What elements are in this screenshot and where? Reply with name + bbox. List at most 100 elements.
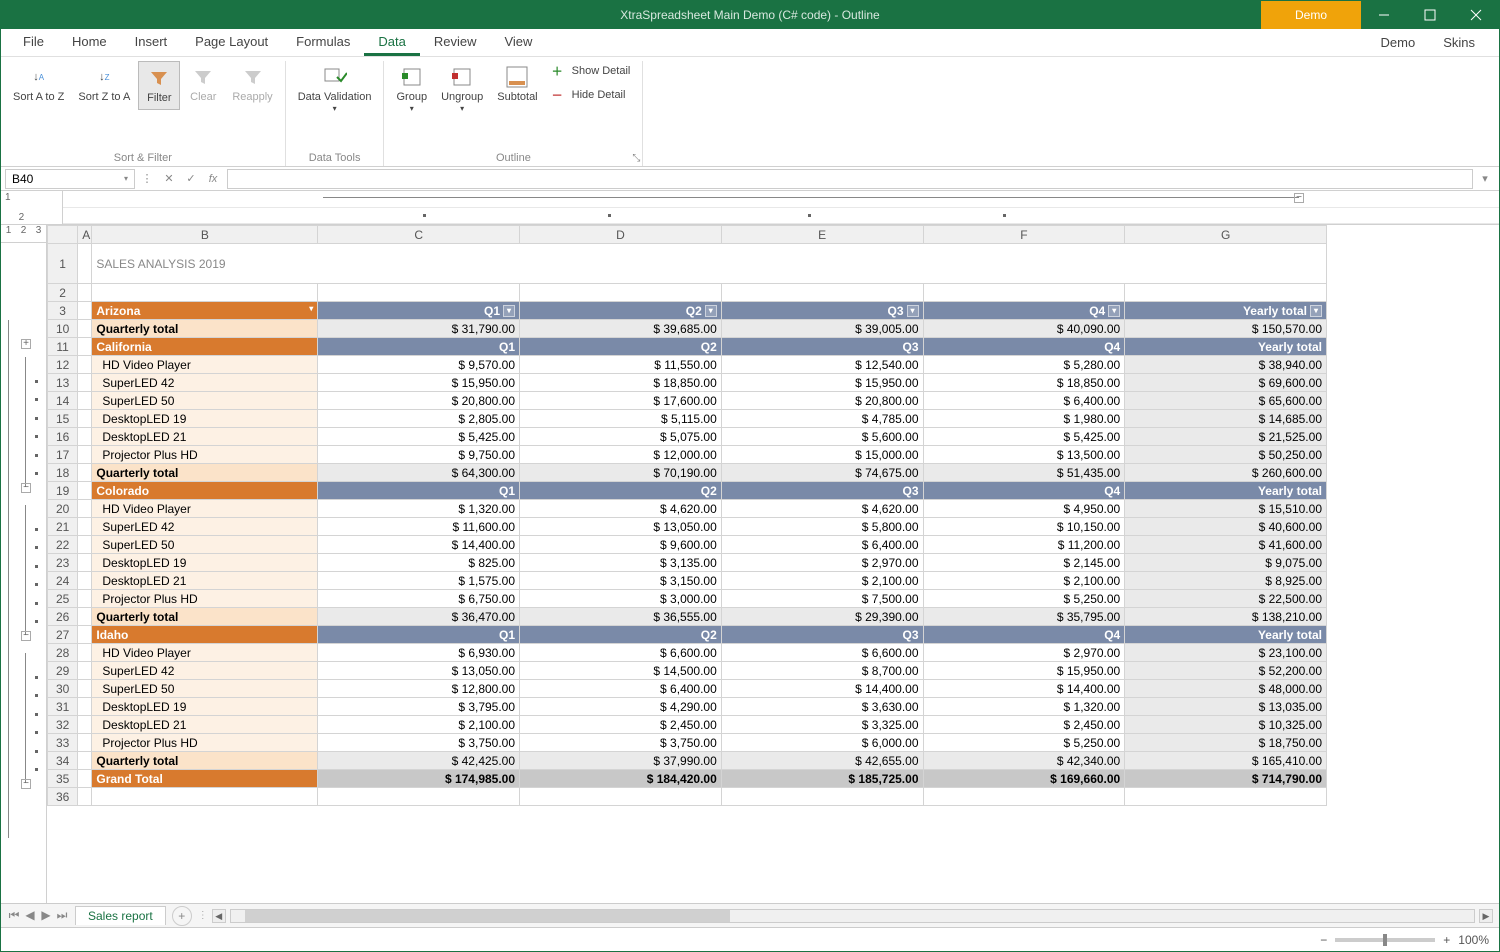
cell[interactable] <box>520 788 722 806</box>
accept-formula[interactable]: ✓ <box>181 169 201 189</box>
split-handle[interactable]: ⋮ <box>198 910 208 921</box>
header-cell[interactable]: Q4 <box>923 482 1125 500</box>
header-cell[interactable]: Q3 <box>721 626 923 644</box>
cell[interactable]: $ 4,785.00 <box>721 410 923 428</box>
cell[interactable] <box>78 410 92 428</box>
cell[interactable]: $ 260,600.00 <box>1125 464 1327 482</box>
cell[interactable] <box>78 716 92 734</box>
menu-formulas[interactable]: Formulas <box>282 30 364 56</box>
cell[interactable] <box>78 662 92 680</box>
header-cell[interactable]: Q2 <box>520 338 722 356</box>
cell[interactable]: $ 37,990.00 <box>520 752 722 770</box>
close-button[interactable] <box>1453 1 1499 29</box>
cell[interactable]: $ 138,210.00 <box>1125 608 1327 626</box>
cell[interactable]: Quarterly total <box>92 608 318 626</box>
row-header-36[interactable]: 36 <box>48 788 78 806</box>
cell[interactable]: $ 4,620.00 <box>520 500 722 518</box>
cell[interactable]: $ 8,700.00 <box>721 662 923 680</box>
header-cell[interactable]: Q3▾ <box>721 302 923 320</box>
cell[interactable]: $ 14,685.00 <box>1125 410 1327 428</box>
row-header-24[interactable]: 24 <box>48 572 78 590</box>
cell[interactable]: DesktopLED 19 <box>92 698 318 716</box>
cell[interactable] <box>78 500 92 518</box>
zoom-slider[interactable] <box>1335 938 1435 942</box>
minimize-button[interactable] <box>1361 1 1407 29</box>
cell[interactable]: $ 29,390.00 <box>721 608 923 626</box>
hscroll-left[interactable]: ◀ <box>212 909 226 923</box>
cell[interactable]: $ 2,970.00 <box>923 644 1125 662</box>
demo-button[interactable]: Demo <box>1261 1 1361 29</box>
cell[interactable]: $ 6,600.00 <box>520 644 722 662</box>
row-header-28[interactable]: 28 <box>48 644 78 662</box>
cell[interactable]: $ 18,850.00 <box>923 374 1125 392</box>
cell[interactable]: $ 1,980.00 <box>923 410 1125 428</box>
cell[interactable]: DesktopLED 21 <box>92 716 318 734</box>
cell[interactable]: $ 21,525.00 <box>1125 428 1327 446</box>
cell[interactable]: $ 9,600.00 <box>520 536 722 554</box>
filter-dropdown[interactable]: ▾ <box>705 305 717 317</box>
cell[interactable] <box>78 698 92 716</box>
row-header-11[interactable]: 11 <box>48 338 78 356</box>
add-sheet-button[interactable]: + <box>172 906 192 926</box>
cell[interactable]: $ 41,600.00 <box>1125 536 1327 554</box>
tab-first[interactable]: ⏮ <box>7 908 21 923</box>
cell[interactable] <box>78 608 92 626</box>
cell[interactable]: $ 13,050.00 <box>520 518 722 536</box>
cell[interactable] <box>78 356 92 374</box>
row-header-26[interactable]: 26 <box>48 608 78 626</box>
cell[interactable] <box>721 284 923 302</box>
row-header-15[interactable]: 15 <box>48 410 78 428</box>
cell[interactable] <box>78 392 92 410</box>
row-header-19[interactable]: 19 <box>48 482 78 500</box>
col-outline-collapse[interactable]: − <box>1294 193 1304 203</box>
row-header-34[interactable]: 34 <box>48 752 78 770</box>
cell[interactable]: $ 3,000.00 <box>520 590 722 608</box>
cell[interactable]: $ 3,750.00 <box>520 734 722 752</box>
header-cell[interactable]: Q2▾ <box>520 302 722 320</box>
cell[interactable]: $ 39,005.00 <box>721 320 923 338</box>
cell[interactable] <box>78 374 92 392</box>
cell[interactable]: Idaho <box>92 626 318 644</box>
hide-detail-button[interactable]: －Hide Detail <box>546 85 637 105</box>
filter-dropdown[interactable]: ▾ <box>1310 305 1322 317</box>
cell[interactable]: $ 174,985.00 <box>318 770 520 788</box>
menu-demo[interactable]: Demo <box>1367 31 1430 54</box>
cell[interactable]: $ 6,600.00 <box>721 644 923 662</box>
cell[interactable]: $ 9,075.00 <box>1125 554 1327 572</box>
cell[interactable]: $ 17,600.00 <box>520 392 722 410</box>
cell[interactable]: Projector Plus HD <box>92 590 318 608</box>
cell[interactable]: California <box>92 338 318 356</box>
menu-page-layout[interactable]: Page Layout <box>181 30 282 56</box>
cell[interactable] <box>1125 284 1327 302</box>
row-header-35[interactable]: 35 <box>48 770 78 788</box>
cell[interactable] <box>78 302 92 320</box>
cell[interactable]: HD Video Player <box>92 356 318 374</box>
cell[interactable] <box>78 320 92 338</box>
tab-next[interactable]: ▶ <box>39 908 53 923</box>
cell[interactable]: $ 5,075.00 <box>520 428 722 446</box>
cell[interactable]: $ 5,115.00 <box>520 410 722 428</box>
cell[interactable]: SuperLED 42 <box>92 662 318 680</box>
cell[interactable]: $ 14,400.00 <box>923 680 1125 698</box>
cell[interactable]: $ 13,050.00 <box>318 662 520 680</box>
cell[interactable]: $ 2,145.00 <box>923 554 1125 572</box>
cell[interactable]: SuperLED 50 <box>92 392 318 410</box>
cell[interactable]: Quarterly total <box>92 320 318 338</box>
cell[interactable]: $ 7,500.00 <box>721 590 923 608</box>
cell[interactable]: $ 13,035.00 <box>1125 698 1327 716</box>
group-button[interactable]: Group▾ <box>390 61 433 117</box>
menu-view[interactable]: View <box>490 30 546 56</box>
cell[interactable]: Projector Plus HD <box>92 734 318 752</box>
filter-dropdown[interactable]: ▾ <box>1108 305 1120 317</box>
cell[interactable]: $ 2,100.00 <box>318 716 520 734</box>
cell[interactable]: $ 3,150.00 <box>520 572 722 590</box>
clear-button[interactable]: Clear <box>182 61 224 108</box>
cell[interactable]: $ 2,100.00 <box>721 572 923 590</box>
cell[interactable]: $ 14,400.00 <box>721 680 923 698</box>
cell[interactable] <box>78 536 92 554</box>
cell[interactable]: $ 2,805.00 <box>318 410 520 428</box>
zoom-in[interactable]: + <box>1443 933 1450 947</box>
cell[interactable]: $ 51,435.00 <box>923 464 1125 482</box>
row-header-30[interactable]: 30 <box>48 680 78 698</box>
cell[interactable]: $ 3,750.00 <box>318 734 520 752</box>
